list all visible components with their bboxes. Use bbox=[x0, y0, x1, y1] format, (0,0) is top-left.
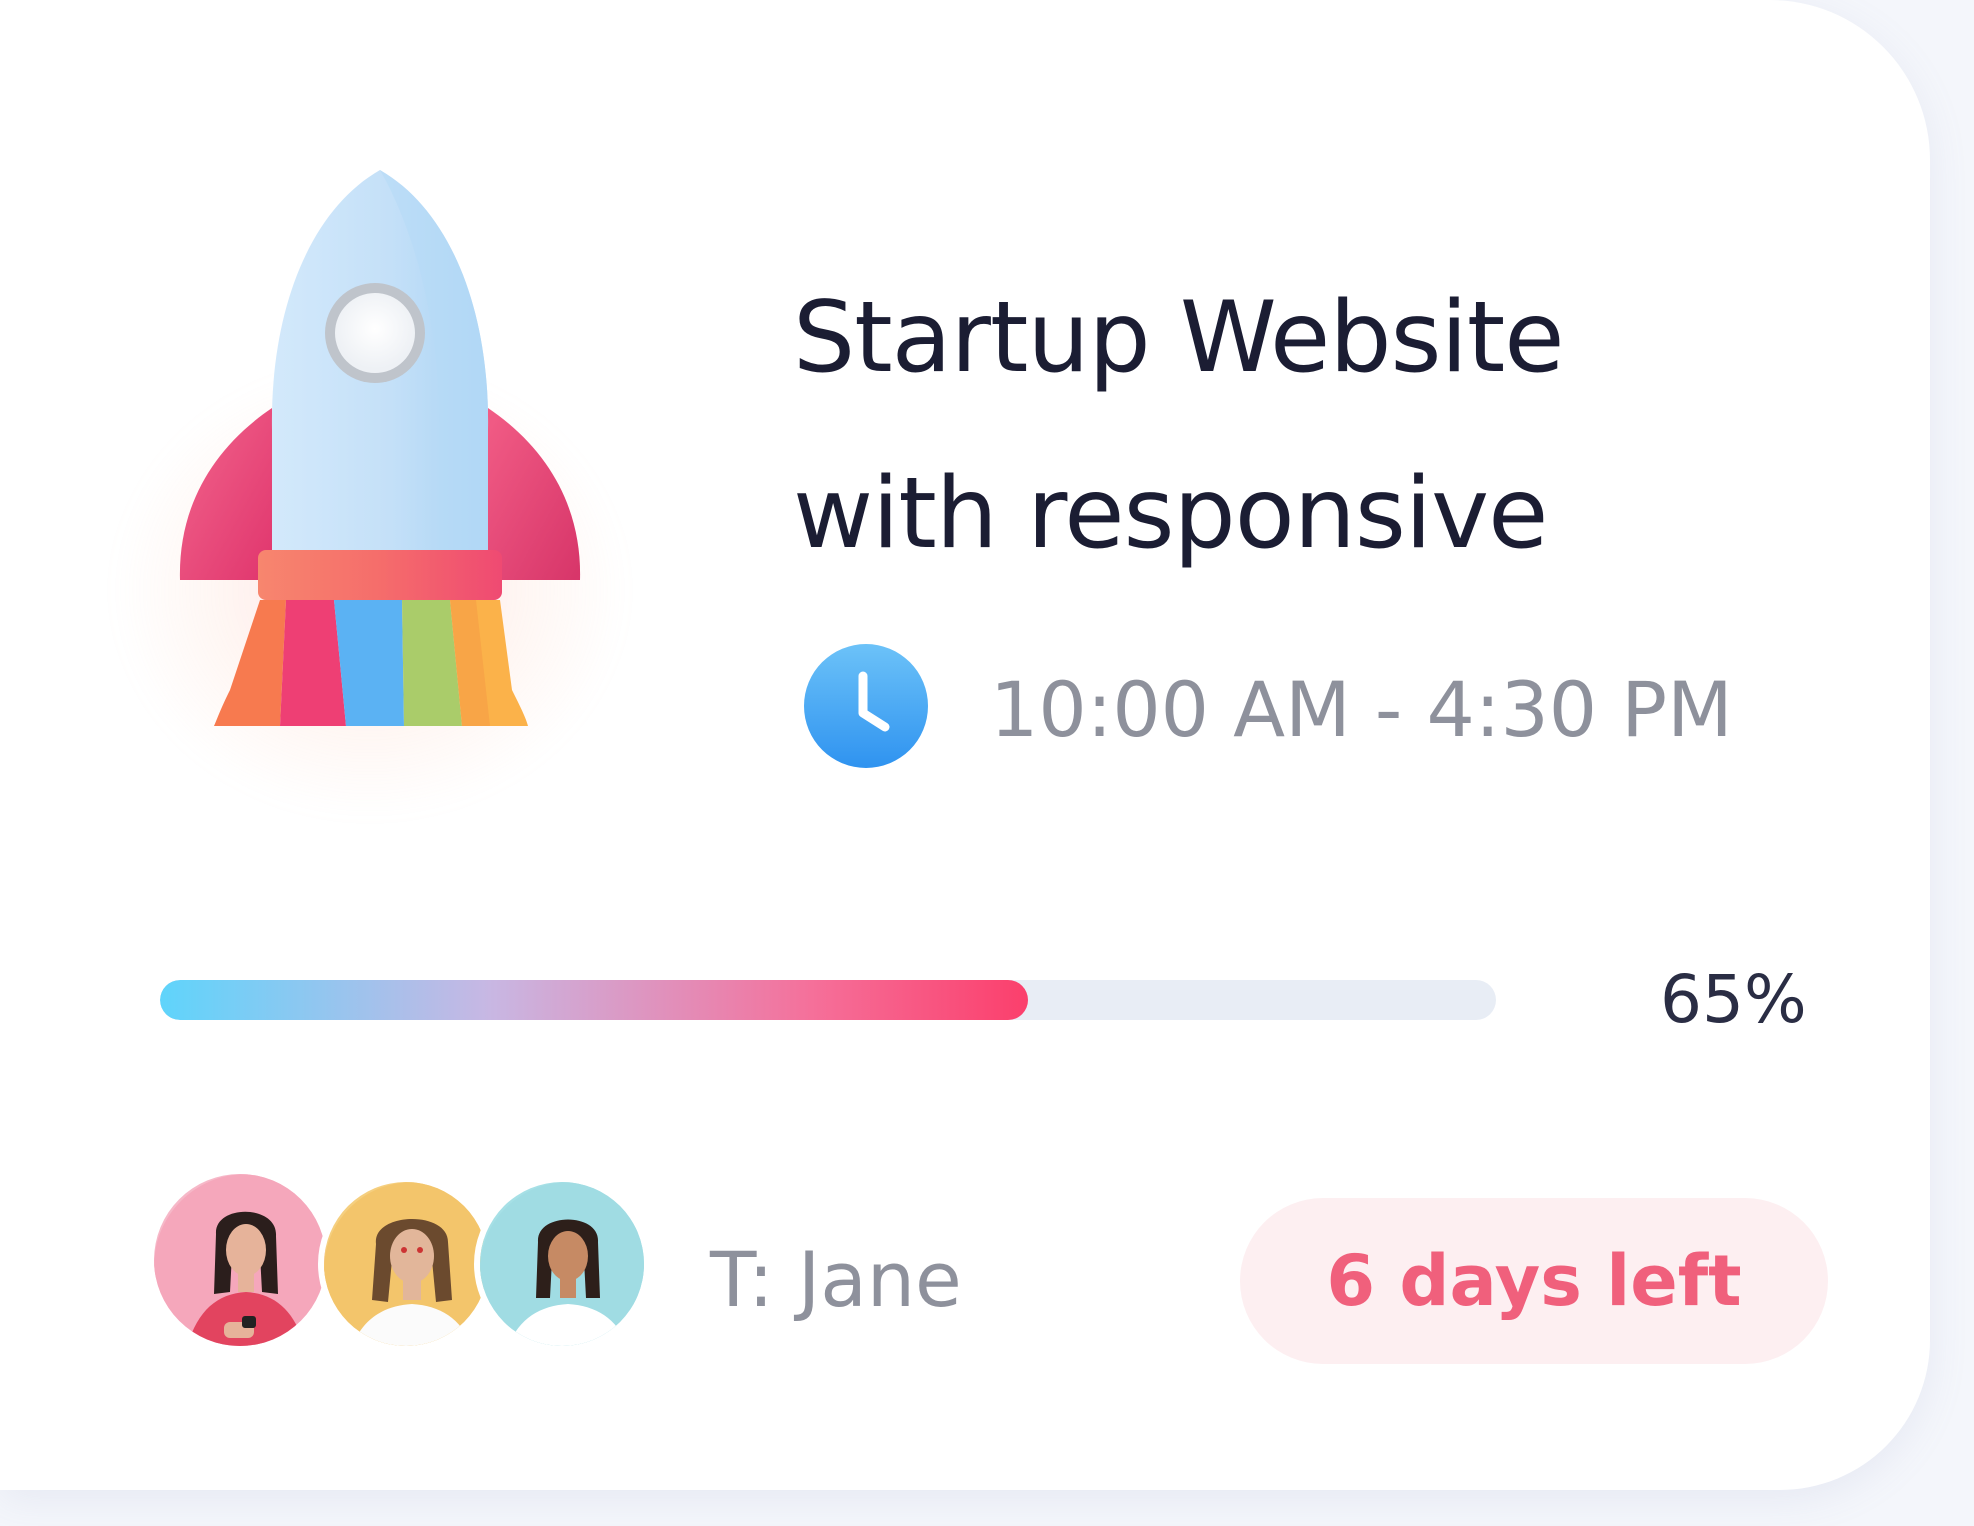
project-title-line-2: with responsive bbox=[793, 457, 1548, 571]
deadline-badge-text: 6 days left bbox=[1326, 1240, 1742, 1322]
progress-bar bbox=[160, 980, 1496, 1020]
avatar[interactable] bbox=[148, 1168, 332, 1352]
avatar[interactable] bbox=[474, 1176, 650, 1352]
project-card[interactable]: Startup Website with responsive 10:00 AM… bbox=[0, 0, 1930, 1490]
assignee-label: T: Jane bbox=[710, 1235, 962, 1324]
rocket-icon bbox=[179, 170, 581, 726]
time-range: 10:00 AM - 4:30 PM bbox=[990, 665, 1733, 754]
avatar[interactable] bbox=[318, 1176, 494, 1352]
clock-icon bbox=[804, 644, 928, 768]
deadline-badge: 6 days left bbox=[1240, 1198, 1828, 1364]
progress-fill bbox=[160, 980, 1029, 1020]
progress-percent: 65% bbox=[1660, 961, 1807, 1038]
project-title: Startup Website with responsive bbox=[793, 250, 1873, 602]
project-title-line-1: Startup Website bbox=[793, 281, 1565, 395]
